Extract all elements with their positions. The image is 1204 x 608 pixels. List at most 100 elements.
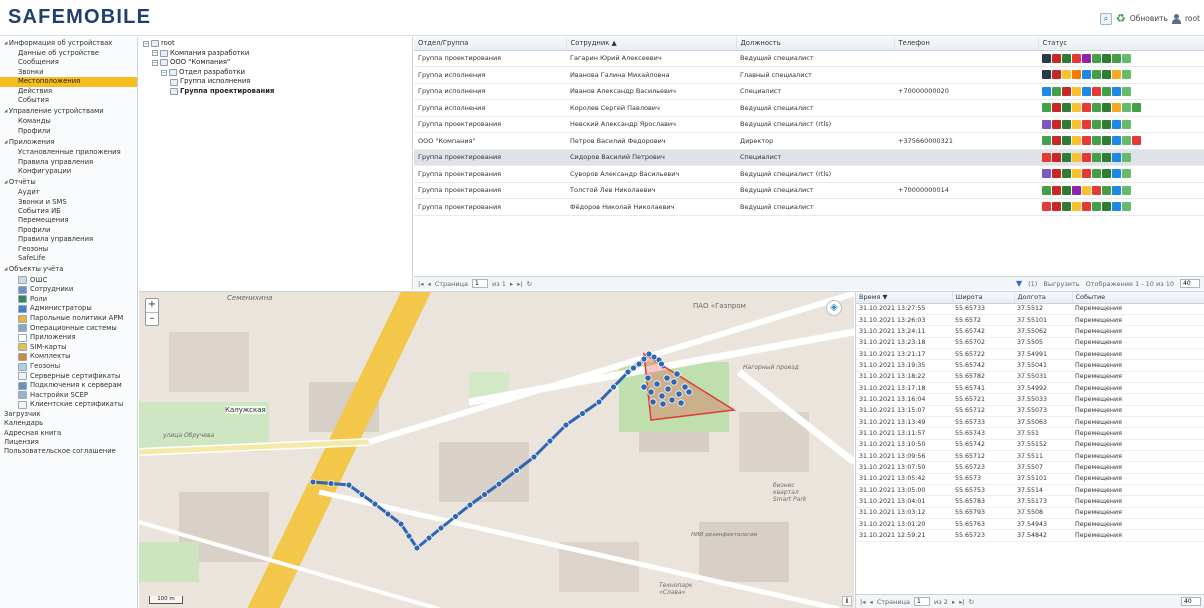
reload-icon[interactable]: ↻ — [527, 280, 532, 288]
table-row[interactable]: 31.10.2021 13:19:35 55.65742 37.55041 Перем… — [856, 359, 1204, 372]
map-canvas[interactable] — [139, 292, 854, 608]
last-page-icon[interactable]: ▸| — [517, 280, 522, 288]
first-page-icon[interactable]: |◂ — [418, 280, 423, 288]
sidebar-item[interactable]: Приложения — [0, 333, 137, 343]
sidebar-item[interactable]: SIM-карты — [0, 343, 137, 353]
last-page-icon[interactable]: ▸| — [959, 598, 964, 606]
expand-icon[interactable]: − — [152, 59, 158, 66]
table-row[interactable]: 31.10.2021 13:04:01 55.65783 37.55173 Перем… — [856, 495, 1204, 508]
sidebar-item[interactable]: Установленные приложения — [0, 148, 137, 157]
tree-node[interactable]: − Отдел разработки — [139, 68, 412, 78]
prev-page-icon[interactable]: ◂ — [869, 598, 872, 606]
column-header[interactable]: Время ▼ — [856, 292, 953, 304]
sidebar-item[interactable]: Роли — [0, 295, 137, 305]
tree-node[interactable]: Группа проектирования — [139, 87, 412, 97]
map-info-button[interactable]: i — [842, 596, 852, 606]
table-row[interactable]: 31.10.2021 12:59:21 55.65723 37.54842 Перем… — [856, 529, 1204, 542]
column-header[interactable]: Широта — [952, 292, 1015, 304]
sidebar-item[interactable]: Геозоны — [0, 362, 137, 372]
sidebar-item[interactable]: Настройки SCEP — [0, 391, 137, 401]
sidebar-item[interactable]: Звонки — [0, 68, 137, 77]
table-row[interactable]: 31.10.2021 13:05:42 55.6573 37.55101 Переме… — [856, 473, 1204, 486]
page-size-input[interactable] — [1180, 279, 1200, 288]
layers-icon[interactable]: ◈ — [826, 300, 842, 316]
sidebar-item[interactable]: Пользовательское соглашение — [0, 447, 137, 456]
table-row[interactable]: Группа проектирования Фёдоров Николай Ник… — [414, 198, 1204, 216]
sidebar-item[interactable]: Данные об устройстве — [0, 49, 137, 58]
refresh-button[interactable]: Обновить — [1130, 14, 1168, 23]
sidebar-item[interactable]: Звонки и SMS — [0, 198, 137, 207]
sidebar-item[interactable]: Геозоны — [0, 245, 137, 254]
sidebar-item[interactable]: Лицензия — [0, 438, 137, 447]
filter-icon[interactable]: ▼ — [1016, 279, 1022, 288]
sidebar-item[interactable]: Клиентские сертификаты — [0, 400, 137, 410]
tree-node[interactable]: Группа исполнения — [139, 77, 412, 87]
sidebar-section[interactable]: Информация об устройствах — [0, 37, 137, 49]
table-row[interactable]: Группа проектирования Сидоров Василий Пет… — [414, 149, 1204, 166]
column-header[interactable]: Телефон — [894, 37, 1039, 51]
sidebar-item[interactable]: Аудит — [0, 188, 137, 197]
tree-node[interactable]: − Компания разработки — [139, 49, 412, 59]
table-row[interactable]: 31.10.2021 13:11:57 55.65743 37.551 Перемещ… — [856, 427, 1204, 440]
column-header[interactable]: Событие — [1072, 292, 1204, 304]
table-row[interactable]: 31.10.2021 13:18:22 55.65782 37.55031 Перем… — [856, 371, 1204, 383]
page-input[interactable] — [914, 597, 931, 606]
table-row[interactable]: 31.10.2021 13:23:18 55.65702 37.5505 Переме… — [856, 337, 1204, 349]
sidebar-section[interactable]: Управление устройствами — [0, 105, 137, 117]
column-header[interactable]: Долгота — [1014, 292, 1073, 304]
export-button[interactable]: Выгрузить — [1043, 280, 1079, 288]
table-row[interactable]: 31.10.2021 13:01:20 55.65763 37.54943 Перем… — [856, 518, 1204, 531]
sidebar-item[interactable]: Подключения к серверам — [0, 381, 137, 391]
table-row[interactable]: 31.10.2021 13:03:12 55.65793 37.5508 Переме… — [856, 507, 1204, 520]
table-row[interactable]: 31.10.2021 13:26:03 55.6572 37.55101 Переме… — [856, 314, 1204, 327]
user-name[interactable]: root — [1185, 14, 1200, 23]
sidebar-item[interactable]: ОШС — [0, 275, 137, 285]
table-row[interactable]: Группа исполнения Иванов Александр Василь… — [414, 83, 1204, 100]
sidebar-item[interactable]: Парольные политики АРМ — [0, 314, 137, 324]
tree-node[interactable]: − root — [139, 39, 412, 49]
sidebar-item[interactable]: SafeLife — [0, 254, 137, 263]
page-size-input[interactable] — [1181, 597, 1201, 606]
sidebar-item[interactable]: Команды — [0, 117, 137, 126]
search-icon[interactable]: ⌕ — [1099, 12, 1112, 25]
sidebar-item[interactable]: Правила управления — [0, 158, 137, 167]
sidebar-item[interactable]: Перемещения — [0, 216, 137, 225]
expand-icon[interactable]: − — [143, 40, 149, 47]
page-input[interactable] — [472, 279, 489, 288]
sidebar-item[interactable]: Сотрудники — [0, 285, 137, 295]
sidebar-item[interactable]: Операционные системы — [0, 323, 137, 333]
table-row[interactable]: 31.10.2021 13:09:56 55.65712 37.5511 Переме… — [856, 450, 1204, 463]
sidebar-section[interactable]: Отчёты — [0, 176, 137, 188]
sidebar-item[interactable]: Серверные сертификаты — [0, 371, 137, 381]
sidebar-item[interactable]: Администраторы — [0, 304, 137, 314]
sidebar-item[interactable]: Профили — [0, 226, 137, 235]
table-row[interactable]: 31.10.2021 13:16:04 55.65721 37.55033 Перем… — [856, 393, 1204, 406]
sidebar-item[interactable]: Правила управления — [0, 235, 137, 244]
table-row[interactable]: 31.10.2021 13:27:55 55.65733 37.5512 Переме… — [856, 303, 1204, 315]
next-page-icon[interactable]: ▸ — [510, 280, 513, 288]
sidebar-item[interactable]: События ИБ — [0, 207, 137, 216]
expand-icon[interactable]: − — [161, 69, 167, 76]
table-row[interactable]: 31.10.2021 13:13:49 55.65733 37.55063 Перем… — [856, 416, 1204, 429]
sidebar-item[interactable]: Комплекты — [0, 352, 137, 362]
column-header[interactable]: Отдел/Группа — [414, 37, 567, 51]
zoom-out-button[interactable]: – — [146, 312, 158, 325]
first-page-icon[interactable]: |◂ — [860, 598, 865, 606]
sidebar-item[interactable]: Календарь — [0, 419, 137, 428]
sidebar-item[interactable]: Адресная книга — [0, 429, 137, 438]
sidebar-item[interactable]: Конфигурации — [0, 167, 137, 176]
next-page-icon[interactable]: ▸ — [952, 598, 955, 606]
table-row[interactable]: Группа исполнения Иванова Галина Михайлов… — [414, 66, 1204, 84]
sidebar-section[interactable]: Объекты учёта — [0, 263, 137, 275]
sidebar-section[interactable]: Приложения — [0, 136, 137, 148]
column-header[interactable]: Сотрудник ▲ — [566, 37, 737, 51]
tree-node[interactable]: − ООО "Компания" — [139, 58, 412, 68]
table-row[interactable]: Группа проектирования Толстой Лев Николае… — [414, 182, 1204, 199]
table-row[interactable]: 31.10.2021 13:17:18 55.65741 37.54992 Перем… — [856, 382, 1204, 395]
sidebar-item[interactable]: Загрузчик — [0, 410, 137, 419]
prev-page-icon[interactable]: ◂ — [427, 280, 430, 288]
sidebar-item[interactable]: Сообщения — [0, 58, 137, 67]
filter-count[interactable]: (1) — [1028, 280, 1037, 288]
table-row[interactable]: 31.10.2021 13:10:50 55.65742 37.55152 Перем… — [856, 439, 1204, 451]
sidebar-item[interactable]: Профили — [0, 127, 137, 136]
